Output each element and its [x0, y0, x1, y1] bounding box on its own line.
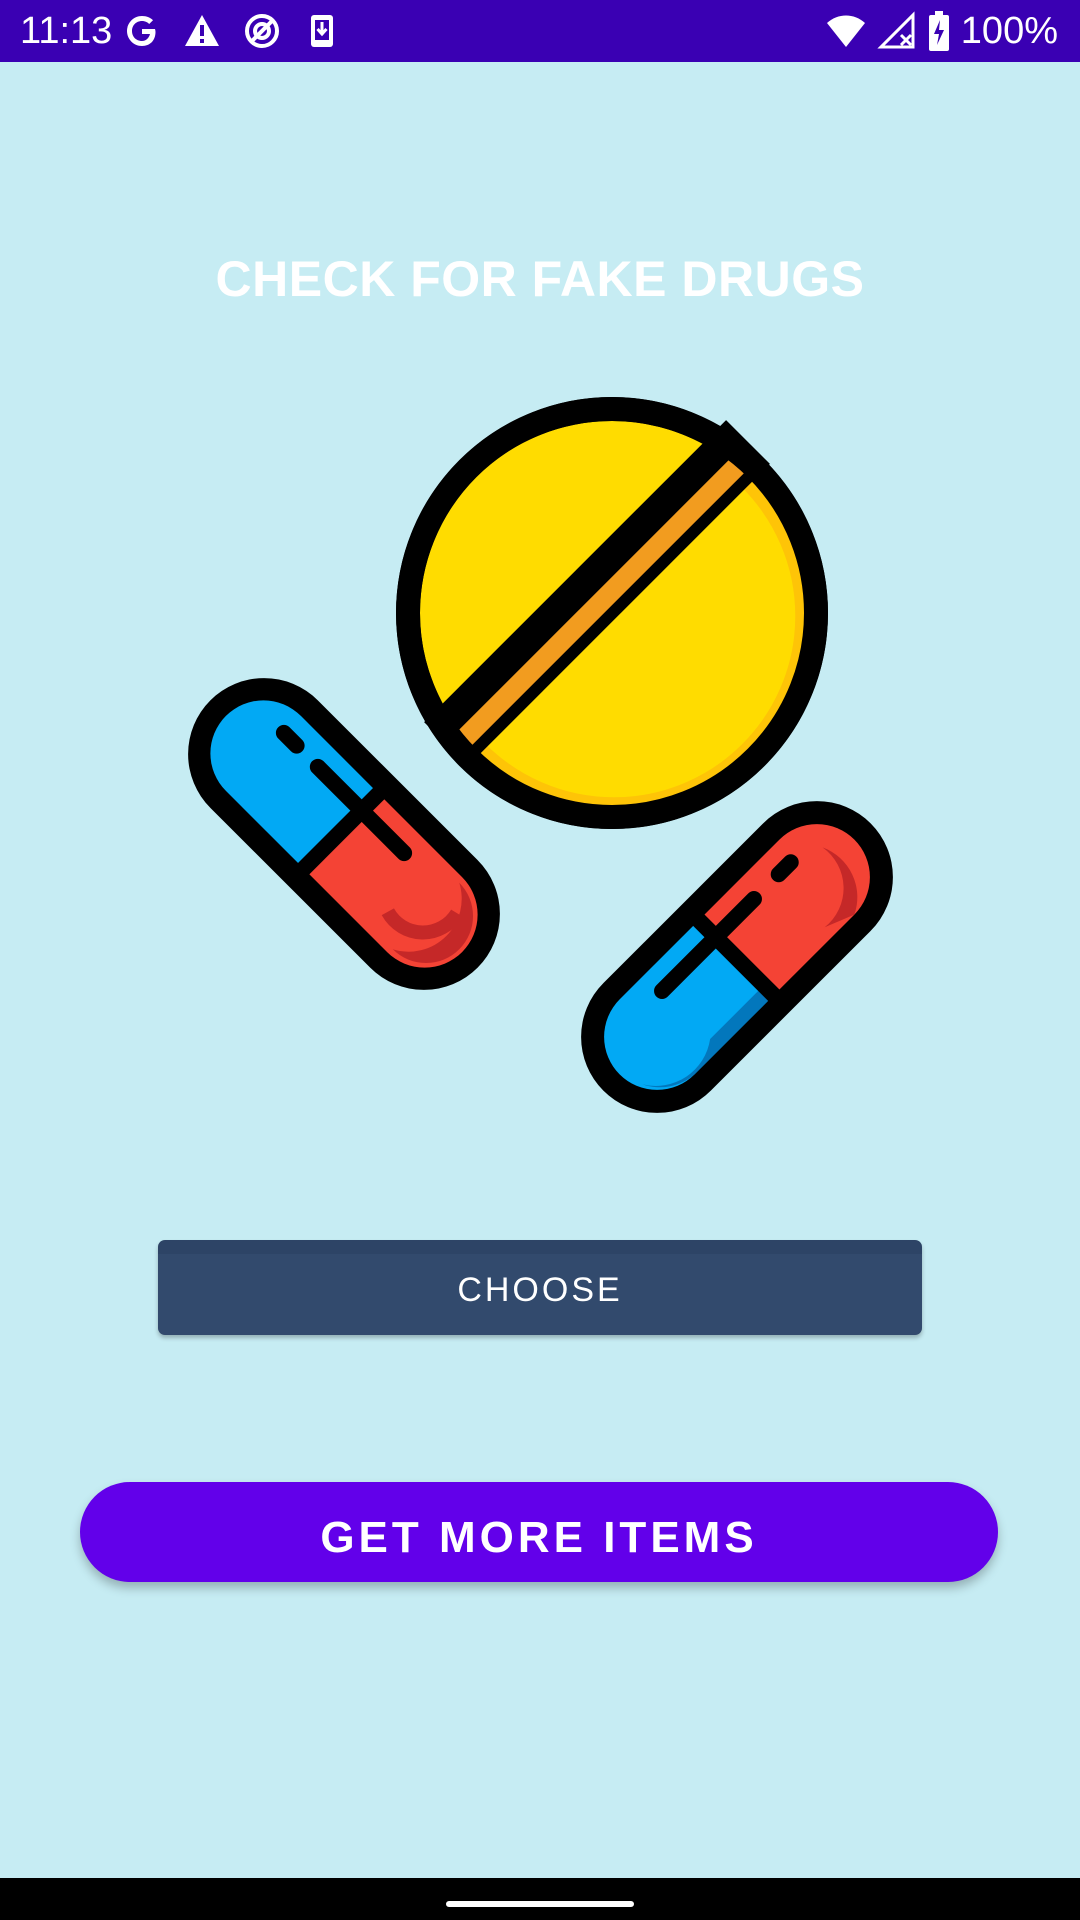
battery-percentage: 100% — [960, 10, 1058, 52]
page-title: CHECK FOR FAKE DRUGS — [215, 251, 865, 307]
battery-icon — [927, 10, 951, 52]
choose-button[interactable]: CHOOSE — [158, 1240, 922, 1335]
wifi-icon — [825, 11, 867, 51]
home-gesture-handle[interactable] — [446, 1901, 634, 1907]
status-notification-icons — [122, 10, 342, 52]
get-more-items-button[interactable]: GET MORE ITEMS — [80, 1482, 998, 1582]
get-more-items-label: GET MORE ITEMS — [320, 1513, 758, 1562]
signal-icon — [877, 11, 917, 51]
status-time: 11:13 — [20, 10, 113, 52]
download-icon — [302, 11, 342, 51]
data-saver-icon — [242, 11, 282, 51]
choose-button-label: CHOOSE — [457, 1271, 623, 1309]
navigation-bar — [0, 1878, 1080, 1920]
warning-icon — [182, 11, 222, 51]
pills-illustration — [160, 380, 920, 1140]
tablet-pill — [396, 397, 828, 829]
status-system-icons: 100% — [825, 8, 1058, 54]
google-icon — [122, 11, 162, 51]
app-screen: 11:13 100% CHECK FOR FAKE DRUGS CHOOSE G… — [0, 0, 1080, 1920]
pills-icon — [188, 397, 893, 1113]
status-bar: 11:13 100% — [0, 0, 1080, 62]
